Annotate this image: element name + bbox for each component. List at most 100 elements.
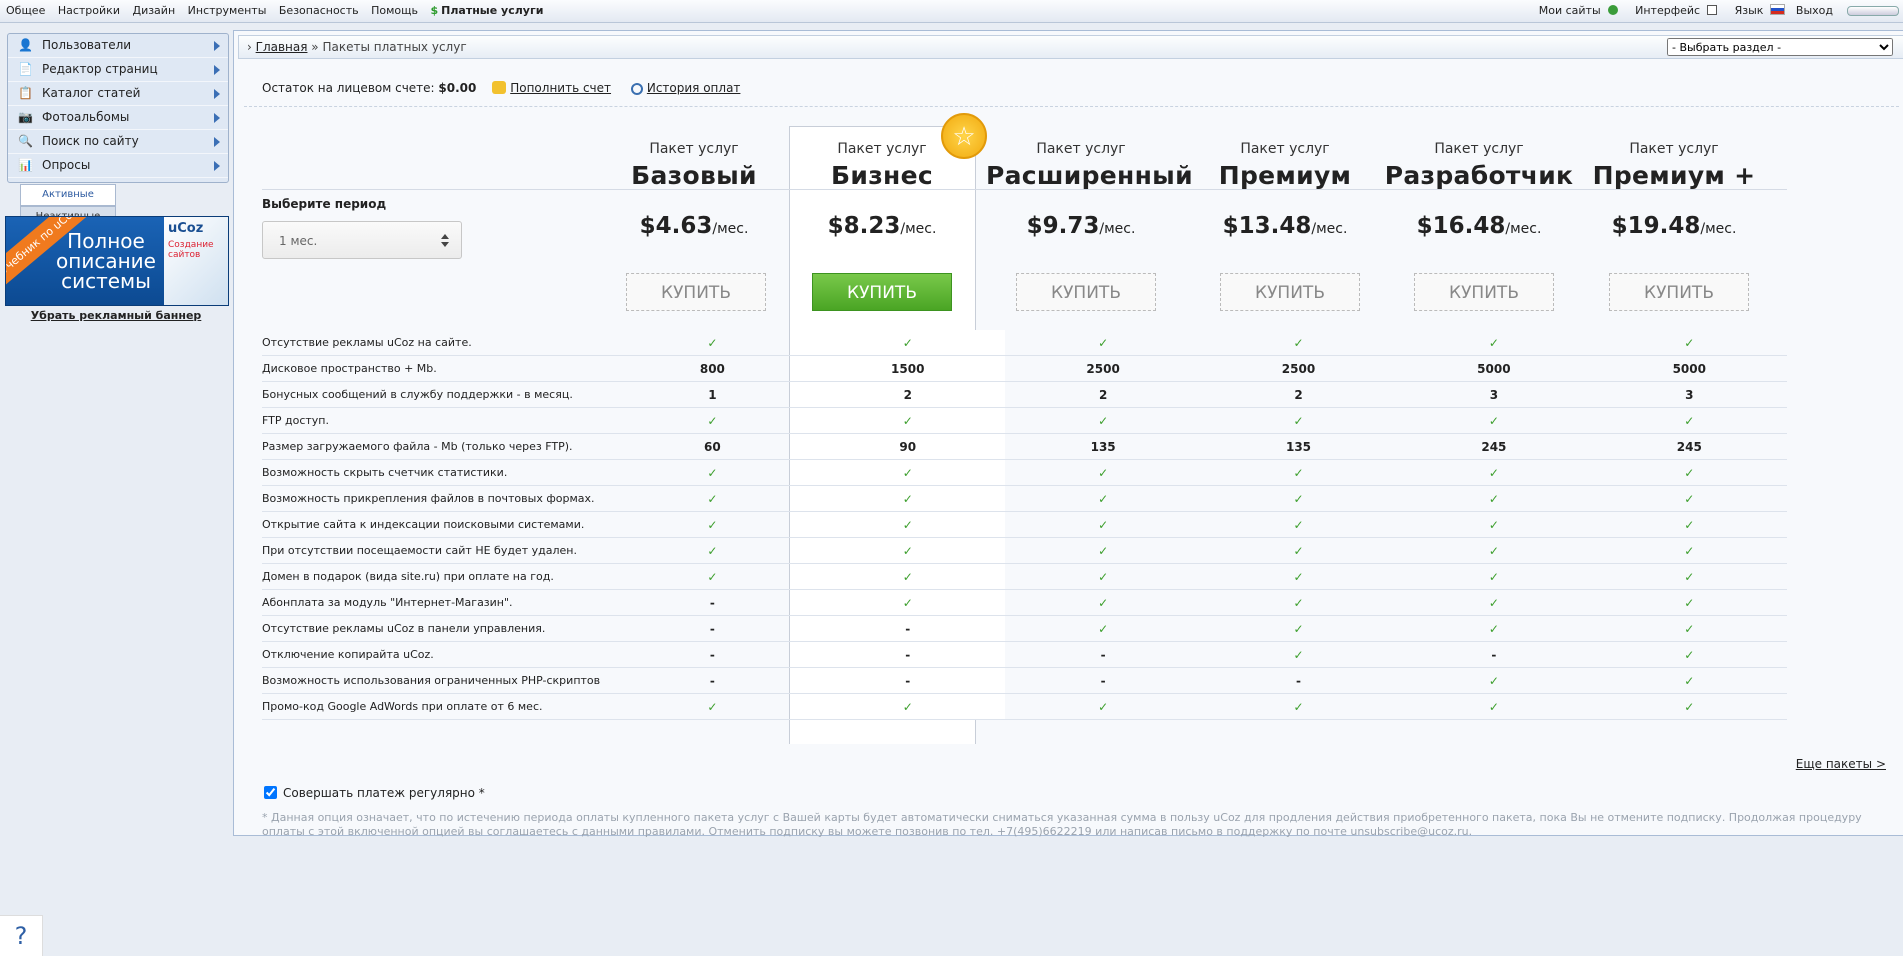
plan-price: $19.48/мес.: [1579, 213, 1769, 239]
plan-subtitle: Пакет услуг: [1629, 141, 1719, 157]
plan-price-period: /мес.: [1700, 221, 1737, 237]
feature-value: ✓: [614, 407, 811, 434]
feature-value: ✓: [1200, 641, 1397, 668]
period-label: Выберите период: [262, 197, 387, 211]
menu-settings[interactable]: Настройки: [58, 4, 120, 17]
feature-label: Открытие сайта к индексации поисковыми с…: [262, 511, 615, 538]
period-select[interactable]: 1 мес.: [262, 221, 462, 259]
resize-handle[interactable]: [1847, 6, 1899, 16]
menu-design[interactable]: Дизайн: [132, 4, 175, 17]
feature-label: Возможность скрыть счетчик статистики.: [262, 459, 615, 486]
banner-book-image: uCoz Создание сайтов: [164, 217, 228, 305]
more-packages-link[interactable]: Еще пакеты >: [1796, 757, 1886, 771]
sidebar-item-users[interactable]: 👤 Пользователи: [8, 34, 228, 58]
plan-subtitle: Пакет услуг: [1036, 141, 1126, 157]
feature-value: ✓: [810, 330, 1006, 356]
feature-label: Отключение копирайта uCoz.: [262, 641, 615, 668]
table-row: Открытие сайта к индексации поисковыми с…: [262, 511, 1787, 538]
buy-button-premium[interactable]: КУПИТЬ: [1220, 273, 1360, 311]
language-link[interactable]: Язык: [1728, 4, 1786, 17]
feature-value: ✓: [1200, 459, 1397, 486]
plan-price: $16.48/мес.: [1384, 213, 1574, 239]
catalog-icon: 📋: [18, 86, 33, 100]
feature-value: -: [810, 667, 1006, 694]
menu-security[interactable]: Безопасность: [279, 4, 359, 17]
feature-value: ✓: [1005, 537, 1201, 564]
feature-value: ✓: [1005, 693, 1201, 720]
feature-label: Возможность использования ограниченных P…: [262, 667, 615, 694]
feature-value: 135: [1200, 433, 1397, 460]
feature-value: -: [614, 641, 811, 668]
menu-help[interactable]: Помощь: [371, 4, 418, 17]
breadcrumb-home-link[interactable]: Главная: [256, 40, 308, 54]
menu-tools[interactable]: Инструменты: [188, 4, 267, 17]
language-label: Язык: [1734, 4, 1764, 17]
ad-banner[interactable]: Учебник по uCoz Полное описание системы …: [5, 216, 229, 306]
feature-value: ✓: [1005, 407, 1201, 434]
star-icon: ☆: [941, 113, 987, 159]
feature-value: ✓: [614, 459, 811, 486]
chart-icon: 📊: [18, 158, 33, 172]
feature-value: ✓: [1591, 667, 1787, 694]
window-icon: [1707, 5, 1718, 15]
feature-value: 245: [1396, 433, 1592, 460]
recurring-payment-checkbox[interactable]: [264, 786, 277, 799]
feature-value: ✓: [1396, 511, 1592, 538]
feature-value: ✓: [1005, 511, 1201, 538]
dollar-icon: $: [430, 4, 439, 17]
menu-general[interactable]: Общее: [6, 4, 45, 17]
feature-value: -: [614, 667, 811, 694]
feature-value: ✓: [1591, 589, 1787, 616]
topup-link[interactable]: Пополнить счет: [510, 81, 611, 95]
logout-link[interactable]: Выход: [1796, 4, 1833, 17]
banner-box-caption: Создание сайтов: [168, 240, 214, 260]
arrow-right-icon: [214, 89, 220, 99]
feature-value: 2: [1005, 381, 1201, 408]
help-button[interactable]: ?: [0, 915, 43, 956]
tab-active[interactable]: Активные: [20, 184, 116, 206]
feature-value: ✓: [810, 511, 1006, 538]
table-row: Размер загружаемого файла - Mb (только ч…: [262, 433, 1787, 460]
section-select[interactable]: - Выбрать раздел -: [1667, 38, 1893, 56]
main-menu: Общее Настройки Дизайн Инструменты Безоп…: [6, 4, 561, 17]
remove-banner-link[interactable]: Убрать рекламный баннер: [5, 309, 227, 322]
feature-value: ✓: [1200, 485, 1397, 512]
sidebar-item-page-editor[interactable]: 📄 Редактор страниц: [8, 58, 228, 82]
plan-price: $8.23/мес.: [787, 213, 977, 239]
buy-button-extended[interactable]: КУПИТЬ: [1016, 273, 1156, 311]
sidebar-item-polls[interactable]: 📊 Опросы: [8, 154, 228, 178]
feature-value: ✓: [1396, 693, 1592, 720]
feature-value: ✓: [1591, 563, 1787, 590]
plan-name: Разработчик: [1384, 161, 1574, 190]
buy-button-premium-plus[interactable]: КУПИТЬ: [1609, 273, 1749, 311]
buy-button-developer[interactable]: КУПИТЬ: [1414, 273, 1554, 311]
buy-button-basic[interactable]: КУПИТЬ: [626, 273, 766, 311]
breadcrumb-separator: »: [311, 40, 319, 54]
buy-button-business[interactable]: КУПИТЬ: [812, 273, 952, 311]
sidebar-item-article-catalog[interactable]: 📋 Каталог статей: [8, 82, 228, 106]
menu-paid-services[interactable]: $ Платные услуги: [430, 4, 552, 17]
feature-value: ✓: [1591, 641, 1787, 668]
sidebar-item-photo-albums[interactable]: 📷 Фотоальбомы: [8, 106, 228, 130]
feature-value: 2: [810, 381, 1006, 408]
feature-value: ✓: [1200, 693, 1397, 720]
plan-name: Расширенный: [986, 161, 1193, 190]
feature-label: Отсутствие рекламы uCoz в панели управле…: [262, 615, 615, 642]
main-panel: › Главная » Пакеты платных услуг - Выбра…: [233, 30, 1903, 838]
feature-value: ✓: [614, 485, 811, 512]
feature-value: ✓: [1005, 330, 1201, 356]
table-row: Промо-код Google AdWords при оплате от 6…: [262, 693, 1787, 720]
feature-value: 2500: [1200, 355, 1397, 382]
globe-icon: [1607, 5, 1618, 15]
interface-link[interactable]: Интерфейс: [1628, 4, 1718, 17]
my-sites-link[interactable]: Мои сайты: [1532, 4, 1618, 17]
recurring-note: * Данная опция означает, что по истечени…: [262, 811, 1862, 838]
feature-value: 245: [1591, 433, 1787, 460]
feature-value: 135: [1005, 433, 1201, 460]
sidebar-item-site-search[interactable]: 🔍 Поиск по сайту: [8, 130, 228, 154]
feature-value: 5000: [1396, 355, 1592, 382]
balance-value: $0.00: [438, 81, 477, 95]
table-row: Отключение копирайта uCoz. - - - ✓ - ✓: [262, 641, 1787, 668]
payment-history-link[interactable]: История оплат: [647, 81, 741, 95]
interface-label: Интерфейс: [1635, 4, 1701, 17]
